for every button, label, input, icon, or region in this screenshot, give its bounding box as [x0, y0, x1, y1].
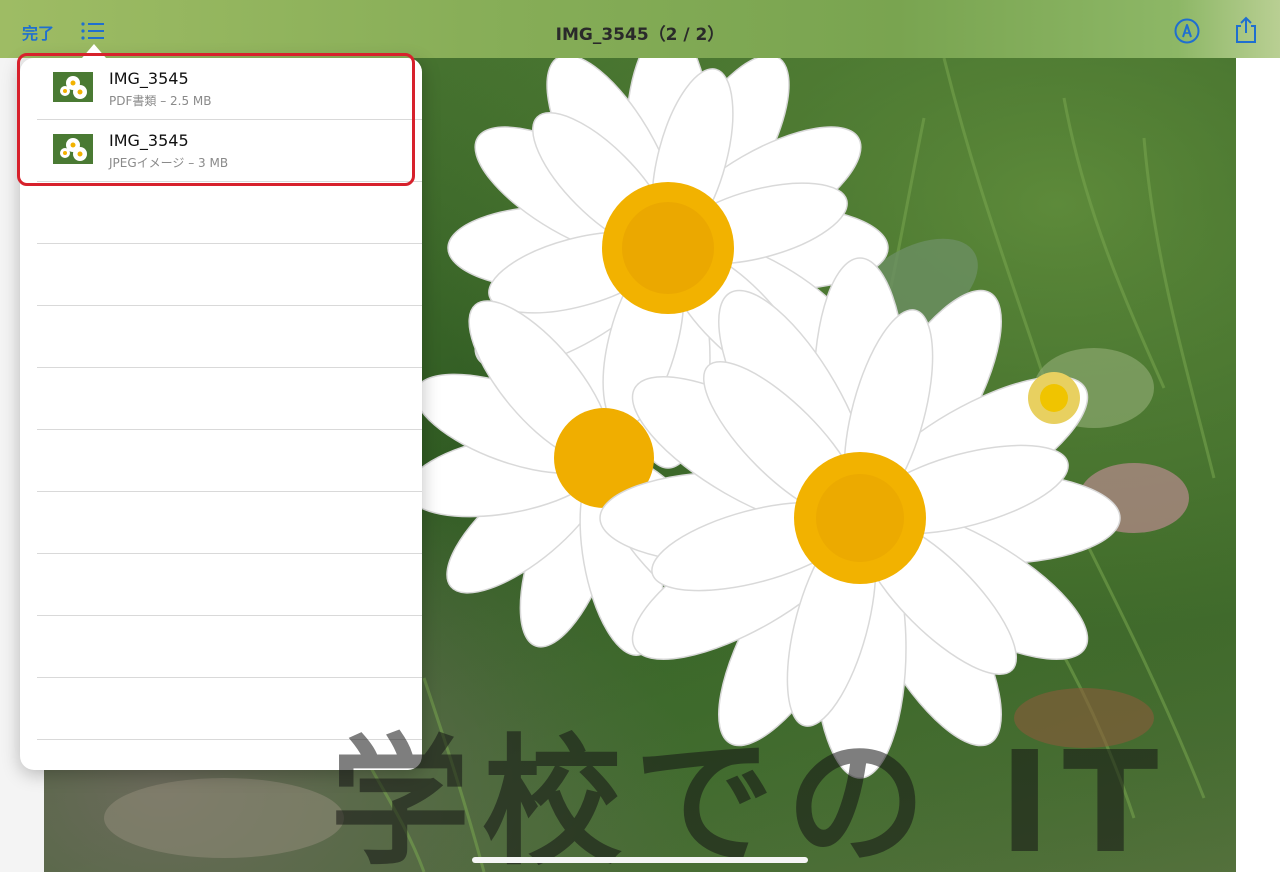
share-icon [1236, 16, 1256, 43]
share-button[interactable] [1234, 16, 1258, 44]
empty-list-row [37, 244, 422, 306]
empty-list-row [37, 492, 422, 554]
list-button[interactable] [80, 20, 106, 42]
title-container: IMG_3545（2 / 2） [0, 20, 1280, 45]
quick-look-viewer: 完了 IMG_3545（2 / 2） IMG_3545 PDF書類 – 2.5 … [0, 0, 1280, 872]
empty-list-row [37, 554, 422, 616]
popover-arrow [82, 44, 106, 58]
file-list-item-pdf[interactable]: IMG_3545 PDF書類 – 2.5 MB [37, 58, 422, 120]
file-list-popover: IMG_3545 PDF書類 – 2.5 MB IMG_3545 JPEGイメー… [20, 58, 422, 770]
file-list-item-jpeg[interactable]: IMG_3545 JPEGイメージ – 3 MB [37, 120, 422, 182]
file-thumbnail [53, 72, 93, 102]
list-icon [81, 22, 104, 40]
empty-list-row [37, 306, 422, 368]
empty-list-row [37, 182, 422, 244]
daisy-thumbnail-icon [53, 134, 93, 164]
daisy-thumbnail-icon [53, 72, 93, 102]
file-meta: PDF書類 – 2.5 MB [109, 94, 212, 108]
empty-list-row [37, 368, 422, 430]
done-button[interactable]: 完了 [22, 20, 54, 44]
markup-button[interactable] [1174, 18, 1200, 44]
right-margin [1236, 58, 1280, 872]
file-name: IMG_3545 [109, 69, 189, 88]
file-thumbnail [53, 134, 93, 164]
file-name: IMG_3545 [109, 131, 189, 150]
page-title: IMG_3545（2 / 2） [555, 25, 725, 45]
markup-pen-icon [1174, 18, 1200, 44]
navigation-bar: 完了 IMG_3545（2 / 2） [0, 0, 1280, 58]
home-indicator[interactable] [472, 857, 808, 863]
file-meta: JPEGイメージ – 3 MB [109, 156, 229, 170]
empty-list-row [37, 430, 422, 492]
empty-list-row [37, 616, 422, 678]
empty-list-row [37, 678, 422, 740]
